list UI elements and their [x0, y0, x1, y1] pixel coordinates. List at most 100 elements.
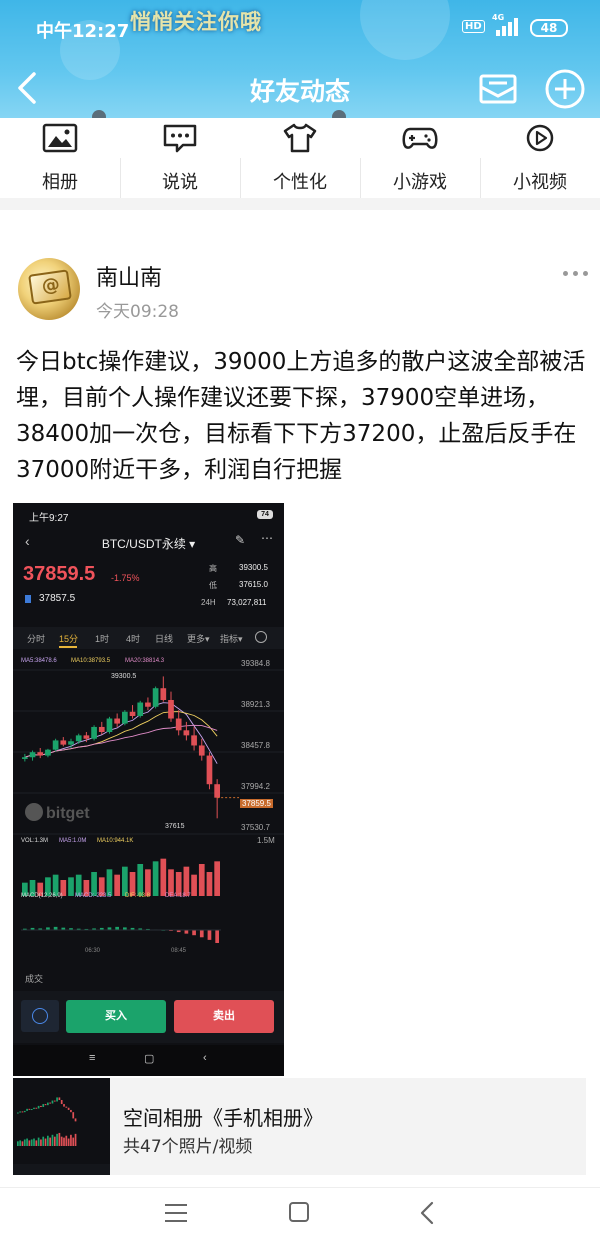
thumb-candle	[47, 1102, 49, 1106]
price-change: -1.75%	[111, 573, 140, 583]
volume-bar	[106, 869, 113, 896]
interval-tabs: 分时 15分 1时 4时 日线 更多▾ 指标▾	[13, 627, 284, 649]
macd-value: MACD:-223.5	[75, 893, 112, 899]
time-axis-label: 06:30	[85, 948, 101, 954]
section-gap	[0, 198, 600, 210]
post-image-trading-screenshot[interactable]: 上午9:27 74 ‹ BTC/USDT永续 ▾ ✎ ⋯ 37859.5 -1.…	[13, 503, 284, 1076]
quick-menu-shortvideo[interactable]: 小视频	[480, 118, 600, 200]
thumb-candle	[33, 1107, 35, 1110]
thumb-action-bar	[13, 1164, 110, 1175]
vol24-value: 73,027,811	[227, 598, 267, 607]
add-circle-icon[interactable]	[544, 68, 586, 110]
quick-menu-shuoshuo[interactable]: 说说	[120, 118, 240, 200]
sell-button: 卖出	[174, 1000, 274, 1033]
avatar[interactable]	[18, 258, 80, 320]
image-nav-bar: ≡ ▢ ‹	[13, 1045, 284, 1076]
image-status-time: 上午9:27	[29, 513, 69, 524]
thumb-volume-bar	[21, 1141, 24, 1146]
quick-menu-personalize[interactable]: 个性化	[240, 118, 360, 200]
tshirt-icon	[283, 123, 317, 153]
thumb-candle	[65, 1106, 68, 1108]
thumb-candle	[44, 1104, 47, 1106]
candle-body	[114, 718, 120, 724]
trade-label: 成交	[25, 974, 44, 984]
candle-body	[106, 718, 113, 732]
thumb-volume-bar	[65, 1135, 68, 1146]
candle-body	[191, 735, 197, 746]
thumb-candle	[58, 1097, 61, 1100]
candle-body	[160, 688, 167, 700]
low-label: 低	[209, 581, 217, 590]
video-play-icon	[526, 124, 554, 152]
post-text: 今日btc操作建议，39000上方追多的散户这波全部被活埋，目前个人操作建议还要…	[16, 349, 586, 483]
chat-bubble-icon	[163, 124, 197, 153]
volume-bar	[68, 877, 74, 896]
mail-icon[interactable]	[478, 68, 518, 108]
header: 悄悄关注你哦 中午12:27 HD 4G 48 好友动态	[0, 0, 600, 130]
dea-value: DEA:18.7	[165, 893, 191, 899]
quick-menu-album[interactable]: 相册	[0, 118, 120, 200]
high-value: 39300.5	[239, 563, 268, 572]
thumb-volume-bar	[58, 1132, 61, 1146]
album-card[interactable]: 空间相册《手机相册》 共47个照片/视频	[13, 1078, 586, 1175]
volume-bar	[152, 861, 159, 896]
volume-bar	[206, 872, 213, 896]
quick-menu-label: 小视频	[513, 172, 567, 193]
candle-body	[68, 741, 74, 745]
interval-tab: 指标▾	[220, 634, 243, 644]
vol-ma10: MA10:944.1K	[97, 838, 134, 844]
candle-body	[206, 755, 213, 785]
album-count: 共47个照片/视频	[123, 1137, 253, 1157]
flag-icon	[25, 595, 31, 603]
volume-bar	[183, 866, 190, 896]
macd-bar	[192, 930, 196, 936]
macd-bar	[215, 930, 219, 943]
thumb-volume-bar	[67, 1138, 70, 1146]
candle-body	[98, 726, 105, 732]
thumb-volume-bar	[26, 1138, 28, 1146]
candle-body	[214, 784, 220, 798]
thumb-candle	[56, 1097, 58, 1102]
thumb-candle	[70, 1109, 72, 1113]
current-price-tag: 37859.5	[240, 799, 273, 808]
volume-bar	[114, 874, 120, 896]
last-price: 37859.5	[23, 563, 96, 585]
thumb-candle	[74, 1118, 77, 1122]
thumb-volume-bar	[70, 1134, 72, 1146]
image-back-icon: ‹	[203, 1052, 207, 1064]
quick-menu-label: 小游戏	[393, 172, 447, 193]
thumb-volume-bar	[63, 1137, 65, 1146]
quick-menu-label: 说说	[162, 172, 198, 193]
thumb-volume-bar	[74, 1133, 77, 1146]
album-thumbnail	[13, 1078, 110, 1175]
home-icon[interactable]	[289, 1202, 309, 1222]
quick-menu-games[interactable]: 小游戏	[360, 118, 480, 200]
time-axis-label: 08:45	[171, 948, 187, 954]
thumb-volume-bar	[60, 1136, 63, 1146]
thumb-volume-bar	[56, 1133, 58, 1146]
bitget-logo-icon	[25, 803, 43, 821]
image-home-icon: ▢	[144, 1053, 155, 1065]
interval-tab: 更多▾	[187, 634, 210, 644]
back-icon[interactable]	[418, 1201, 438, 1225]
candle-body	[52, 740, 59, 750]
menu-icon[interactable]	[165, 1204, 187, 1222]
more-options-icon[interactable]	[563, 268, 589, 278]
high-label: 高	[209, 564, 217, 573]
volume-bar	[191, 874, 197, 896]
thumb-candle	[28, 1108, 31, 1110]
thumb-volume-bar	[40, 1139, 42, 1146]
image-status-bar: 上午9:27 74	[13, 503, 284, 527]
candle-body	[83, 735, 90, 739]
candle-body	[183, 730, 190, 736]
candle-body	[152, 688, 159, 707]
thumb-volume-bar	[42, 1136, 45, 1146]
post-author[interactable]: 南山南	[96, 260, 162, 292]
candle-body	[198, 745, 205, 756]
thumb-volume-bar	[47, 1135, 49, 1146]
thumb-candle	[30, 1109, 33, 1111]
interval-tab: 15分	[59, 634, 79, 644]
low-annotation: 37615	[165, 823, 185, 830]
photo-album-icon	[42, 123, 78, 153]
vol-axis-max: 1.5M	[257, 836, 275, 845]
